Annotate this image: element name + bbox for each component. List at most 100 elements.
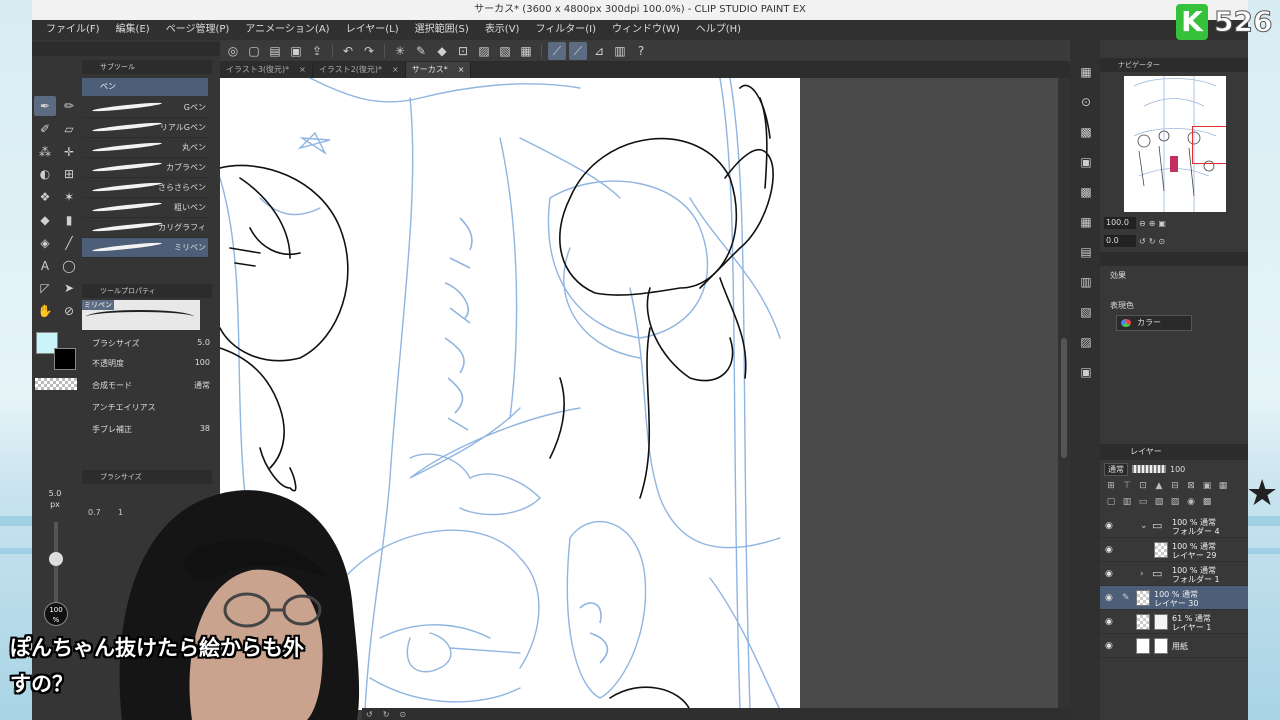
panel-icon[interactable]: ▩	[1076, 182, 1096, 202]
layer-tool-icon[interactable]: ⊤	[1120, 480, 1134, 493]
line-tool-icon[interactable]: ╱	[58, 233, 80, 253]
delete-layer-icon[interactable]: ▩	[1200, 496, 1214, 509]
brush-size-row[interactable]: ブラシサイズ 5.0	[92, 338, 210, 352]
lasso-tool-icon[interactable]: ◯	[58, 256, 80, 276]
navigator-preview[interactable]	[1124, 76, 1226, 212]
chevron-right-icon[interactable]: ›	[1140, 568, 1150, 580]
subtool-item-selected[interactable]: ミリペン	[82, 238, 208, 258]
layer-blend-select[interactable]: 通常	[1104, 462, 1128, 476]
panel-collapse-bar[interactable]	[32, 42, 220, 56]
subtool-item[interactable]: 粗いペン	[82, 198, 208, 218]
tab-circus[interactable]: サーカス* ×	[405, 62, 472, 78]
chevron-down-icon[interactable]: ⌄	[1140, 520, 1150, 532]
menu-view[interactable]: 表示(V)	[477, 20, 528, 40]
export-icon[interactable]: ⇪	[308, 42, 326, 60]
eye-icon[interactable]: ◉	[1105, 568, 1117, 580]
sub-color-swatch[interactable]	[54, 348, 76, 370]
tab-close-icon[interactable]: ×	[299, 62, 306, 78]
eraser-tool-icon[interactable]: ▱	[58, 119, 80, 139]
eye-icon[interactable]: ◉	[1105, 592, 1117, 604]
angle-value[interactable]: 0.0	[1104, 235, 1136, 247]
frame-tool-icon[interactable]: ◸	[34, 278, 56, 298]
brush-size-preset[interactable]: 0.7	[88, 508, 101, 517]
fit-icon[interactable]: ▣	[1158, 219, 1166, 228]
move-tool-icon[interactable]: ✛	[58, 142, 80, 162]
search-icon[interactable]: ⊙	[1076, 92, 1096, 112]
panel-icon[interactable]: ▣	[1076, 362, 1096, 382]
tab-illust2[interactable]: イラスト2(復元)* ×	[313, 62, 406, 78]
brush-size-value[interactable]: 5.0	[197, 338, 210, 347]
hand-tool-icon[interactable]: ✋	[34, 301, 56, 321]
eye-icon[interactable]: ◉	[1105, 640, 1117, 652]
layer-row[interactable]: ◉ › ▭ 100 % 通常 フォルダー 1	[1100, 562, 1248, 586]
zoom-in-icon[interactable]: ⊕	[1149, 219, 1156, 228]
help-icon[interactable]: ?	[632, 42, 650, 60]
layer-row[interactable]: ◉ 100 % 通常 レイヤー 29	[1100, 538, 1248, 562]
new-file-icon[interactable]: ▢	[245, 42, 263, 60]
scroll-thumb[interactable]	[1061, 338, 1067, 458]
transform-icon[interactable]: ⊡	[454, 42, 472, 60]
brush-size-slider-knob[interactable]	[49, 552, 63, 566]
gradient-tool-icon[interactable]: ▮	[58, 210, 80, 230]
antialias-row[interactable]: アンチエイリアス	[92, 402, 210, 416]
blend-tool-icon[interactable]: ◐	[34, 164, 56, 184]
brush-tool-icon[interactable]: ✐	[34, 119, 56, 139]
layer-tool-icon[interactable]: ▣	[1200, 480, 1214, 493]
app-icon[interactable]: ◎	[224, 42, 242, 60]
panel-icon[interactable]: ▧	[1076, 302, 1096, 322]
zoom-value[interactable]: 100.0	[1104, 217, 1136, 229]
subtool-item[interactable]: リアルGペン	[82, 118, 208, 138]
decoration-tool-icon[interactable]: ❖	[34, 187, 56, 207]
open-folder-icon[interactable]: ▤	[266, 42, 284, 60]
fill-tool-icon[interactable]: ◆	[34, 210, 56, 230]
layer-tool-icon[interactable]: ▦	[1216, 480, 1230, 493]
subtool-item[interactable]: Gペン	[82, 98, 208, 118]
reset-view-icon[interactable]: ⊙	[399, 710, 406, 719]
tab-close-icon[interactable]: ×	[392, 62, 399, 78]
layer-tool-icon[interactable]: ⊠	[1184, 480, 1198, 493]
transparent-color-swatch[interactable]	[35, 378, 77, 390]
fill-icon[interactable]: ◆	[433, 42, 451, 60]
save-icon[interactable]: ▣	[287, 42, 305, 60]
layer-tool-icon[interactable]: ⊞	[1104, 480, 1118, 493]
layer-row-selected[interactable]: ◉ ✎ 100 % 通常 レイヤー 30	[1100, 586, 1248, 610]
tab-close-icon[interactable]: ×	[458, 62, 465, 78]
deselect-icon[interactable]: ▨	[475, 42, 493, 60]
blend-mode-select[interactable]: 通常	[194, 380, 210, 391]
layer-row[interactable]: ◉ 61 % 通常 レイヤー 1	[1100, 610, 1248, 634]
eye-icon[interactable]: ◉	[1105, 520, 1117, 532]
snap-grid-icon[interactable]: ⊿	[590, 42, 608, 60]
new-vector-layer-icon[interactable]: ▥	[1120, 496, 1134, 509]
menu-animation[interactable]: アニメーション(A)	[237, 20, 337, 40]
rotate-left-icon[interactable]: ↺	[1139, 237, 1146, 246]
mask-icon[interactable]: ◉	[1184, 496, 1198, 509]
rotate-left-icon[interactable]: ↺	[366, 710, 373, 719]
layer-tool-icon[interactable]: ⊡	[1136, 480, 1150, 493]
navigator-view-rect[interactable]	[1192, 126, 1226, 164]
menu-help[interactable]: ヘルプ(H)	[688, 20, 749, 40]
merge-icon[interactable]: ▨	[1168, 496, 1182, 509]
subtool-group-tab[interactable]: ペン	[82, 78, 208, 96]
redo-icon[interactable]: ↷	[360, 42, 378, 60]
opacity-value[interactable]: 100	[195, 358, 210, 367]
layer-tool-icon[interactable]: ⊟	[1168, 480, 1182, 493]
settings-icon[interactable]: ▥	[611, 42, 629, 60]
panel-icon[interactable]: ▥	[1076, 272, 1096, 292]
opacity-dial[interactable]: 100%	[44, 602, 68, 626]
menu-filter[interactable]: フィルター(I)	[527, 20, 604, 40]
layer-opacity-value[interactable]: 100	[1170, 465, 1185, 474]
expression-color-select[interactable]: カラー	[1116, 315, 1192, 331]
menu-page[interactable]: ページ管理(P)	[158, 20, 238, 40]
layer-row[interactable]: ◉ 用紙	[1100, 634, 1248, 658]
vertical-scrollbar[interactable]	[1058, 78, 1070, 710]
stabilization-row[interactable]: 手ブレ補正 38	[92, 424, 210, 438]
panel-icon[interactable]: ▦	[1076, 212, 1096, 232]
eye-icon[interactable]: ◉	[1105, 544, 1117, 556]
subtool-item[interactable]: さらさらペン	[82, 178, 208, 198]
panel-icon[interactable]: ▣	[1076, 152, 1096, 172]
panel-icon[interactable]: ▦	[1076, 62, 1096, 82]
panel-icon[interactable]: ▨	[1076, 332, 1096, 352]
clear-icon[interactable]: ✎	[412, 42, 430, 60]
opacity-row[interactable]: 不透明度 100	[92, 358, 210, 372]
invert-selection-icon[interactable]: ▧	[496, 42, 514, 60]
